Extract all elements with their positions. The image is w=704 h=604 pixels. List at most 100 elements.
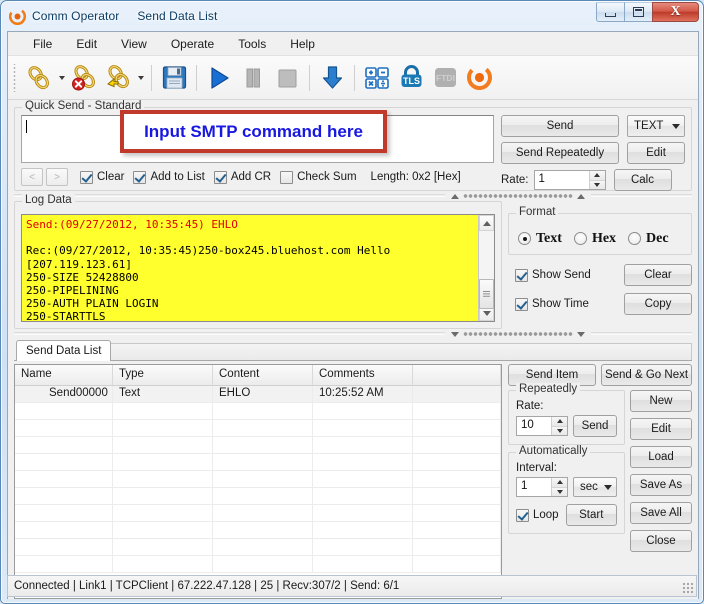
- table-row-empty[interactable]: [15, 539, 501, 556]
- pause-icon[interactable]: [236, 61, 270, 95]
- send-data-table: Name Type Content Comments Send00000 Text…: [14, 364, 502, 599]
- rate-value[interactable]: 1: [535, 171, 589, 189]
- table-row-empty[interactable]: [15, 420, 501, 437]
- table-row-empty[interactable]: [15, 556, 501, 573]
- ftdi-icon[interactable]: FTDI: [428, 61, 462, 95]
- disconnect-icon[interactable]: [67, 61, 101, 95]
- checkbox-show-time[interactable]: Show Time: [515, 297, 624, 311]
- interval-unit-combo[interactable]: sec: [573, 477, 617, 497]
- log-scroll-thumb[interactable]: [479, 279, 494, 309]
- next-button[interactable]: >: [46, 168, 68, 186]
- interval-up[interactable]: [552, 478, 567, 488]
- table-row-empty[interactable]: [15, 454, 501, 471]
- send-repeatedly-button[interactable]: Send Repeatedly: [501, 142, 619, 164]
- load-button[interactable]: Load: [630, 446, 692, 468]
- maximize-button[interactable]: [624, 2, 653, 22]
- column-header-name[interactable]: Name: [15, 365, 113, 385]
- log-data-area[interactable]: Send:(09/27/2012, 10:35:45) EHLO Rec:(09…: [21, 214, 495, 322]
- log-scrollbar[interactable]: [478, 215, 494, 321]
- menu-item-file[interactable]: File: [22, 34, 63, 54]
- table-row-empty[interactable]: [15, 437, 501, 454]
- menu-item-tools[interactable]: Tools: [227, 34, 277, 54]
- reconnect-dropdown-arrow-icon[interactable]: [135, 61, 146, 95]
- menu-item-view[interactable]: View: [110, 34, 158, 54]
- connect-icon[interactable]: [22, 61, 56, 95]
- send-button[interactable]: Send: [501, 115, 619, 137]
- minimize-button[interactable]: [596, 2, 625, 22]
- toolbar-grip[interactable]: [12, 63, 17, 92]
- prev-button[interactable]: <: [21, 168, 43, 186]
- connect-dropdown-arrow-icon[interactable]: [56, 61, 67, 95]
- send-and-go-next-button[interactable]: Send & Go Next: [601, 364, 692, 386]
- table-cell-empty: [15, 437, 113, 453]
- start-button[interactable]: Start: [565, 504, 617, 526]
- menu-item-edit[interactable]: Edit: [65, 34, 108, 54]
- table-row-empty[interactable]: [15, 403, 501, 420]
- rate-spinner-up[interactable]: [589, 171, 605, 181]
- calculator-icon[interactable]: [360, 61, 394, 95]
- stop-icon[interactable]: [270, 61, 304, 95]
- column-header-type[interactable]: Type: [113, 365, 213, 385]
- bottom-row: Name Type Content Comments Send00000 Text…: [8, 361, 698, 599]
- column-header-comments[interactable]: Comments: [313, 365, 413, 385]
- table-row-empty[interactable]: [15, 505, 501, 522]
- tls-icon[interactable]: TLS: [394, 61, 428, 95]
- send-format-combo[interactable]: TEXT: [627, 115, 685, 137]
- repeatedly-rate-value[interactable]: 10: [517, 417, 551, 435]
- interval-down[interactable]: [552, 487, 567, 496]
- repeatedly-rate-down[interactable]: [552, 426, 567, 435]
- comm-operator-logo-icon[interactable]: [462, 61, 496, 95]
- repeatedly-title: Repeatedly: [516, 383, 581, 395]
- menu-item-help[interactable]: Help: [279, 34, 326, 54]
- interval-value[interactable]: 1: [517, 478, 551, 496]
- rate-spinner[interactable]: 1: [533, 170, 606, 190]
- column-header-extra[interactable]: [413, 365, 501, 385]
- save-as-button[interactable]: Save As: [630, 474, 692, 496]
- close-list-button[interactable]: Close: [630, 530, 692, 552]
- checkbox-check-sum[interactable]: Check Sum: [280, 170, 357, 184]
- table-cell-empty: [313, 454, 413, 470]
- radio-dec[interactable]: Dec: [628, 231, 669, 247]
- repeatedly-rate-up[interactable]: [552, 417, 567, 427]
- checkbox-add-to-list[interactable]: Add to List: [133, 170, 205, 184]
- radio-dec-button: [628, 232, 642, 245]
- save-all-button[interactable]: Save All: [630, 502, 692, 524]
- play-icon[interactable]: [202, 61, 236, 95]
- new-button[interactable]: New: [630, 390, 692, 412]
- log-line: 250-STARTTLS: [26, 310, 106, 321]
- repeatedly-rate-spinner[interactable]: 10: [516, 416, 568, 436]
- table-row-empty[interactable]: [15, 522, 501, 539]
- splitter-top[interactable]: [8, 191, 698, 201]
- edit-button[interactable]: Edit: [627, 142, 685, 164]
- close-button[interactable]: X: [652, 2, 699, 22]
- edit-item-button[interactable]: Edit: [630, 418, 692, 440]
- table-cell: 10:25:52 AM: [313, 386, 413, 402]
- log-copy-button[interactable]: Copy: [624, 293, 692, 315]
- log-scroll-up-button[interactable]: [479, 215, 494, 231]
- download-icon[interactable]: [315, 61, 349, 95]
- repeatedly-send-button[interactable]: Send: [573, 415, 617, 437]
- calc-button[interactable]: Calc: [613, 169, 672, 191]
- rate-spinner-down[interactable]: [589, 180, 605, 189]
- interval-spinner[interactable]: 1: [516, 477, 568, 497]
- splitter-bottom[interactable]: [8, 329, 698, 339]
- resize-grip[interactable]: [682, 582, 693, 593]
- reconnect-icon[interactable]: [101, 61, 135, 95]
- tab-send-data-list[interactable]: Send Data List: [16, 340, 112, 361]
- checkbox-loop[interactable]: Loop: [516, 508, 559, 522]
- table-row-empty[interactable]: [15, 471, 501, 488]
- log-and-format-row: Log Data Send:(09/27/2012, 10:35:45) EHL…: [8, 194, 698, 329]
- table-row-empty[interactable]: [15, 488, 501, 505]
- radio-dec-label: Dec: [646, 230, 669, 246]
- checkbox-clear[interactable]: Clear: [80, 170, 124, 184]
- log-clear-button[interactable]: Clear: [624, 264, 692, 286]
- menu-item-operate[interactable]: Operate: [160, 34, 225, 54]
- checkbox-show-send[interactable]: Show Send: [515, 268, 624, 282]
- table-row[interactable]: Send00000 Text EHLO 10:25:52 AM: [15, 386, 501, 403]
- column-header-content[interactable]: Content: [213, 365, 313, 385]
- save-icon[interactable]: [157, 61, 191, 95]
- log-scroll-track[interactable]: [479, 231, 494, 309]
- radio-hex[interactable]: Hex: [573, 231, 616, 247]
- checkbox-add-cr[interactable]: Add CR: [213, 170, 271, 184]
- radio-text[interactable]: Text: [518, 231, 562, 247]
